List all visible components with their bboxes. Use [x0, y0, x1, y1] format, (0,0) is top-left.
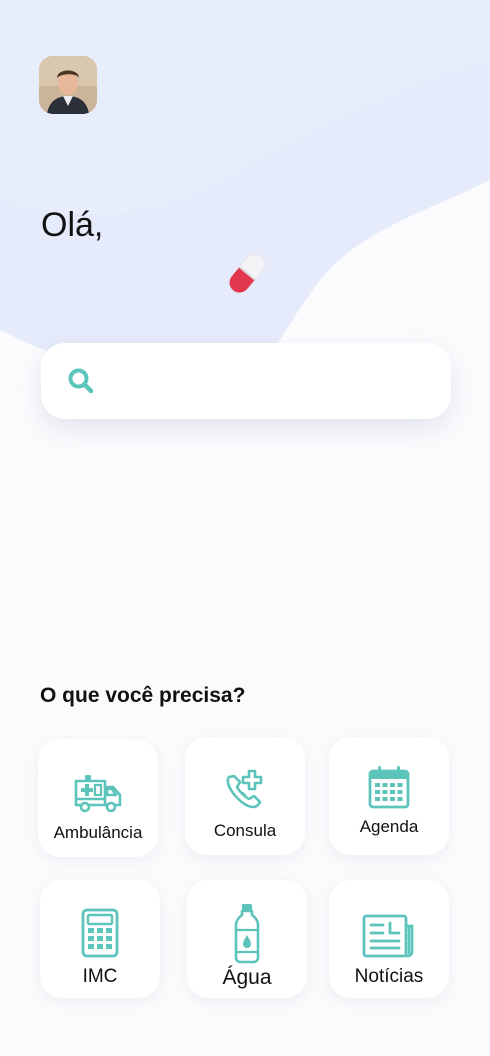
service-card-noticias[interactable]: Notícias	[329, 880, 449, 998]
service-label: IMC	[82, 966, 118, 987]
service-label: Água	[222, 966, 272, 989]
service-card-imc[interactable]: IMC	[40, 880, 160, 998]
user-avatar[interactable]	[39, 56, 97, 114]
service-card-agenda[interactable]: Agenda	[329, 737, 449, 855]
phone-medical-icon	[226, 769, 263, 809]
service-card-consulta[interactable]: Consula	[185, 737, 305, 855]
water-bottle-icon	[234, 904, 260, 964]
service-label: Notícias	[354, 966, 424, 987]
calculator-icon	[81, 908, 119, 958]
newspaper-icon	[362, 914, 414, 958]
pill-icon	[229, 254, 265, 293]
service-label: Consula	[213, 821, 277, 840]
search-bar[interactable]	[41, 343, 451, 419]
service-card-agua[interactable]: Água	[187, 880, 307, 998]
section-title: O que você precisa?	[40, 684, 246, 707]
service-label: Agenda	[359, 817, 419, 836]
search-icon	[68, 368, 94, 394]
calendar-icon	[368, 766, 410, 809]
service-label: Ambulância	[53, 823, 143, 842]
ambulance-icon	[74, 775, 122, 813]
search-input[interactable]	[109, 370, 429, 392]
greeting-text: Olá,	[41, 206, 104, 244]
service-card-ambulance[interactable]: Ambulância	[38, 739, 158, 857]
